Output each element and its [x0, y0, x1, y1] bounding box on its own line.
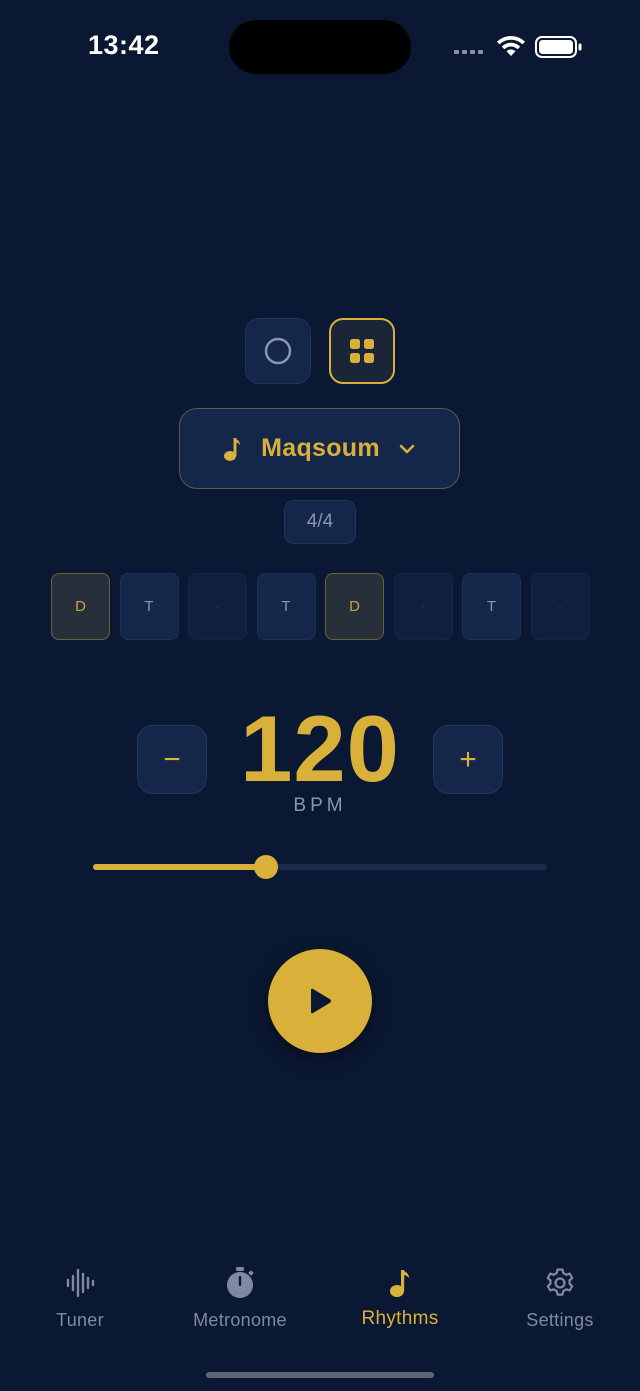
tab-label: Rhythms [361, 1308, 439, 1329]
tempo-slider-thumb[interactable] [253, 855, 278, 879]
tempo-slider[interactable] [93, 855, 547, 879]
tab-settings[interactable]: Settings [480, 1262, 640, 1342]
chevron-down-icon [399, 444, 415, 453]
gear-icon [546, 1268, 574, 1296]
status-time: 13:42 [88, 30, 160, 60]
stopwatch-icon [227, 1267, 254, 1298]
rhythms-screen: 13:42 Maqsoum 4/4 D T · T D · T · − 120 … [0, 0, 640, 1391]
tab-tuner[interactable]: Tuner [0, 1262, 160, 1342]
beat-cell[interactable]: D [325, 573, 384, 640]
decrease-tempo-button[interactable]: − [137, 725, 207, 794]
battery-icon [535, 36, 582, 58]
increase-tempo-button[interactable]: + [433, 725, 503, 794]
play-icon [311, 988, 331, 1014]
bpm-label: BPM [293, 795, 347, 816]
beat-cell[interactable]: · [530, 573, 590, 640]
circle-icon [264, 337, 292, 365]
music-note-icon [390, 1270, 409, 1297]
cellular-signal-icon [454, 50, 483, 54]
beat-cell[interactable]: · [393, 573, 453, 640]
home-indicator[interactable] [206, 1372, 434, 1378]
tempo-slider-fill [93, 864, 266, 870]
wifi-icon [497, 36, 525, 56]
rhythm-name: Maqsoum [261, 434, 380, 462]
bpm-value: 120 [240, 696, 400, 801]
tab-metronome[interactable]: Metronome [160, 1262, 320, 1342]
tab-label: Metronome [193, 1310, 287, 1330]
circle-view-button[interactable] [245, 318, 311, 384]
beat-cell[interactable]: T [462, 573, 521, 640]
tab-label: Tuner [56, 1310, 104, 1330]
grid-view-button[interactable] [329, 318, 395, 384]
tab-label: Settings [526, 1310, 594, 1330]
music-note-icon [224, 437, 241, 461]
rhythm-selector[interactable]: Maqsoum [179, 408, 460, 489]
tab-rhythms[interactable]: Rhythms [320, 1262, 480, 1342]
beat-pattern: D T · T D · T · [51, 573, 590, 640]
beat-cell[interactable]: T [119, 573, 179, 640]
time-signature-badge[interactable]: 4/4 [284, 500, 356, 544]
play-button[interactable] [268, 949, 372, 1053]
beat-cell[interactable]: · [188, 573, 247, 640]
dynamic-island [229, 20, 411, 74]
beat-cell[interactable]: T [256, 573, 316, 640]
waveform-icon [66, 1268, 95, 1298]
grid-icon [350, 339, 374, 363]
beat-cell[interactable]: D [51, 573, 110, 640]
